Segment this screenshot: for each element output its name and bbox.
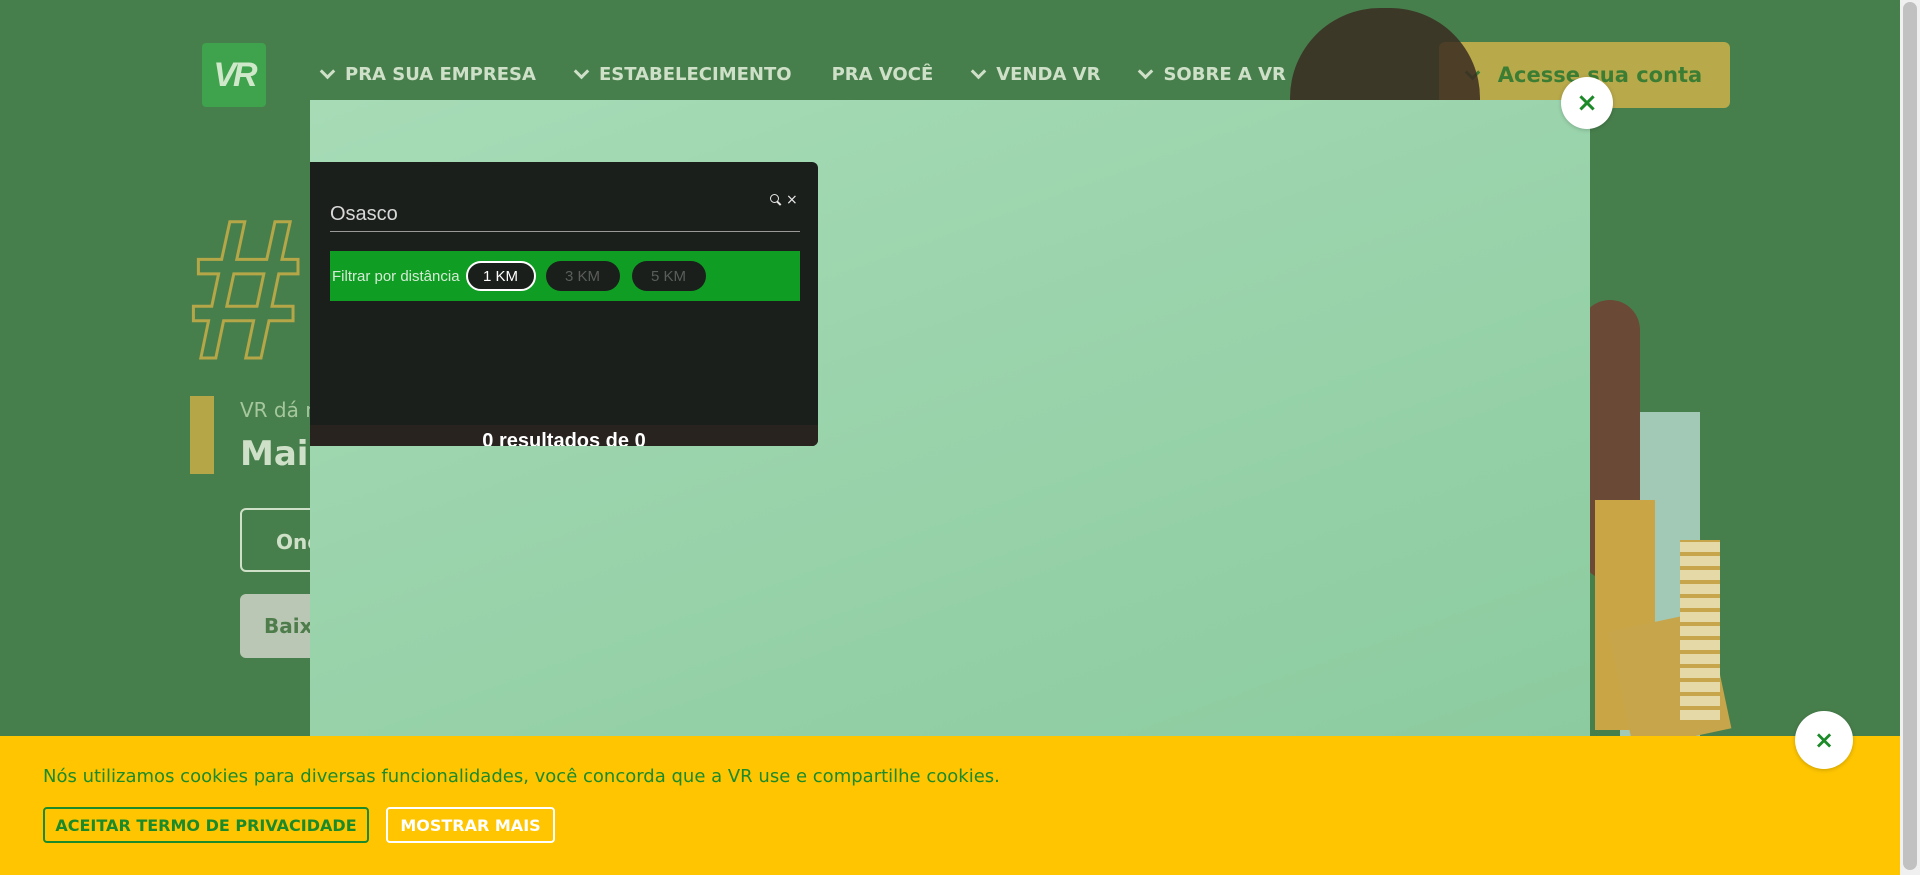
cookie-close-button[interactable]: × <box>1795 711 1853 769</box>
hero-hash-graphic: # <box>188 178 302 401</box>
distance-chip-5km[interactable]: 5 KM <box>631 261 706 291</box>
search-icon[interactable] <box>768 192 782 206</box>
results-count: 0 resultados de 0 <box>482 430 646 446</box>
cookie-banner: Nós utilizamos cookies para diversas fun… <box>0 736 1920 875</box>
cookie-message: Nós utilizamos cookies para diversas fun… <box>43 766 1000 787</box>
main-nav: PRA SUA EMPRESA ESTABELECIMENTO PRA VOCÊ… <box>319 63 1326 85</box>
scrollbar-thumb[interactable] <box>1903 2 1917 870</box>
nav-item-venda[interactable]: VENDA VR <box>970 63 1100 85</box>
close-icon: × <box>1813 726 1835 754</box>
hero-illustration-grid <box>1680 540 1720 720</box>
distance-chip-3km[interactable]: 3 KM <box>545 261 620 291</box>
distance-filter-label: Filtrar por distância <box>332 267 460 285</box>
vr-logo[interactable]: VR <box>202 43 266 107</box>
modal-close-button[interactable]: × <box>1561 77 1613 129</box>
chevron-down-icon <box>1138 63 1154 80</box>
nav-item-estabelecimento[interactable]: ESTABELECIMENTO <box>573 63 792 85</box>
location-search-input[interactable] <box>330 198 800 232</box>
nav-item-sobre[interactable]: SOBRE A VR <box>1138 63 1286 85</box>
chevron-down-icon <box>573 63 590 80</box>
distance-chip-1km[interactable]: 1 KM <box>465 261 536 291</box>
chevron-down-icon <box>319 63 336 80</box>
distance-filter-bar: Filtrar por distância 1 KM 3 KM 5 KM <box>330 251 800 301</box>
chevron-down-icon <box>970 63 987 80</box>
nav-item-empresa[interactable]: PRA SUA EMPRESA <box>319 63 536 85</box>
clear-search-icon[interactable]: × <box>786 192 798 208</box>
close-icon: × <box>1576 88 1598 118</box>
nav-item-voce[interactable]: PRA VOCÊ <box>832 64 934 85</box>
search-panel: × Filtrar por distância 1 KM 3 KM 5 KM 0… <box>310 162 818 446</box>
show-more-button[interactable]: MOSTRAR MAIS <box>386 807 555 843</box>
accept-privacy-button[interactable]: ACEITAR TERMO DE PRIVACIDADE <box>43 807 369 843</box>
hero-accent-bar <box>190 396 214 474</box>
